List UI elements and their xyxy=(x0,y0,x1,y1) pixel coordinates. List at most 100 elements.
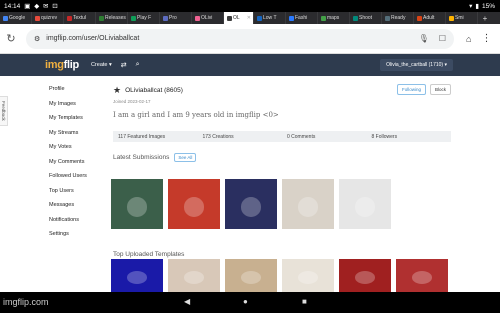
reload-icon[interactable]: ↻ xyxy=(0,32,22,45)
tab-favicon-icon xyxy=(417,15,422,21)
home-circle-icon[interactable]: ● xyxy=(243,297,248,306)
tab-favicon-icon xyxy=(289,15,294,21)
browser-tab[interactable]: OLivi xyxy=(192,12,224,24)
template-thumbnail[interactable] xyxy=(225,259,277,292)
browser-tab[interactable]: Google xyxy=(0,12,32,24)
profile-bio: I am a girl and I am 9 years old in imgf… xyxy=(113,111,279,119)
template-thumbnail[interactable] xyxy=(282,259,334,292)
browser-tab[interactable]: Pro xyxy=(160,12,192,24)
user-menu-button[interactable]: Olivia_the_cartball (1710) ▾ xyxy=(380,59,453,71)
thumbnail-shape xyxy=(126,196,148,217)
microphone-icon[interactable]: 🎙︎ xyxy=(419,34,429,43)
submission-thumbnail[interactable] xyxy=(282,179,334,229)
browser-tab[interactable]: Releases xyxy=(96,12,128,24)
status-bar: 14:14 ▣ ◆ ✉ ⊡ ▾ ▮ 15% xyxy=(0,0,500,12)
thumbnail-shape xyxy=(297,196,319,217)
browser-tab[interactable]: Low T xyxy=(254,12,286,24)
thumbnail-shape xyxy=(411,196,433,217)
browser-tab[interactable]: Smi xyxy=(446,12,478,24)
tab-favicon-icon xyxy=(321,15,326,21)
overflow-menu-icon[interactable]: ⋮ xyxy=(481,33,491,44)
url-text[interactable]: imgflip.com/user/OLiviaballcat xyxy=(46,35,139,42)
home-icon[interactable]: ⌂ xyxy=(466,34,471,44)
sidebar-item[interactable]: Top Users xyxy=(49,184,109,199)
browser-tab[interactable]: Adult xyxy=(414,12,446,24)
close-tab-icon[interactable]: ✕ xyxy=(247,15,251,21)
browser-tab[interactable]: Ready xyxy=(382,12,414,24)
browser-tab[interactable]: OL ✕ xyxy=(224,12,254,24)
site-header: imgflip Create ▾ ⇄ ⌕ Olivia_the_cartball… xyxy=(0,54,500,76)
new-tab-button[interactable]: + xyxy=(478,12,492,24)
template-thumbnail[interactable] xyxy=(168,259,220,292)
feedback-tab[interactable]: Feedback xyxy=(0,96,8,126)
profile-stats: 117 Featured Images 173 Creations 0 Comm… xyxy=(113,131,451,142)
latest-submissions-grid xyxy=(111,179,448,229)
submission-thumbnail[interactable] xyxy=(396,179,448,229)
tab-favicon-icon xyxy=(131,15,136,21)
browser-tab[interactable]: maps xyxy=(318,12,350,24)
tab-label: Adult xyxy=(423,15,435,21)
recents-icon[interactable]: ■ xyxy=(302,297,307,306)
sidebar-item[interactable]: My Images xyxy=(49,97,109,112)
submission-thumbnail[interactable] xyxy=(225,179,277,229)
bookmark-icon[interactable]: ☐ xyxy=(439,34,446,43)
sidebar-item[interactable]: My Streams xyxy=(49,126,109,141)
sidebar-item[interactable]: My Votes xyxy=(49,140,109,155)
browser-tab[interactable]: Fashi xyxy=(286,12,318,24)
page-content: Feedback Profile My Images My Templates My … xyxy=(0,76,500,292)
tab-label: Releases xyxy=(105,15,126,21)
submission-thumbnail[interactable] xyxy=(168,179,220,229)
omnibox[interactable]: ⚙ imgflip.com/user/OLiviaballcat 🎙︎ ☐ xyxy=(26,28,454,49)
template-thumbnail[interactable] xyxy=(339,259,391,292)
tab-favicon-icon xyxy=(67,15,72,21)
sidebar-item[interactable]: Followed Users xyxy=(49,169,109,184)
stat-creations[interactable]: 173 Creations xyxy=(198,134,283,140)
latest-submissions-title: Latest Submissions xyxy=(113,153,170,161)
joined-date: Joined 2023-02-17 xyxy=(113,99,151,104)
browser-tab[interactable]: quizrev xyxy=(32,12,64,24)
tab-favicon-icon xyxy=(99,15,104,21)
tab-favicon-icon xyxy=(449,15,454,21)
tab-label: Play F xyxy=(137,15,152,21)
site-info-icon[interactable]: ⚙ xyxy=(34,35,40,43)
block-button[interactable]: Block xyxy=(429,84,451,95)
thumbnail-shape xyxy=(297,270,319,284)
thumbnail-shape xyxy=(183,270,205,284)
profile-username: OLiviaballcat (8605) xyxy=(125,86,183,94)
browser-tab[interactable]: Textul xyxy=(64,12,96,24)
following-button[interactable]: Following xyxy=(396,84,426,95)
create-menu-button[interactable]: Create ▾ xyxy=(91,62,112,68)
imgflip-logo[interactable]: imgflip xyxy=(45,59,79,71)
back-icon[interactable]: ◀ xyxy=(184,297,190,306)
thumbnail-shape xyxy=(240,196,262,217)
browser-tab[interactable]: Shoot xyxy=(350,12,382,24)
submission-thumbnail[interactable] xyxy=(111,179,163,229)
sidebar-item[interactable]: Notifications xyxy=(49,213,109,228)
sidebar-item[interactable]: Profile xyxy=(49,82,109,97)
browser-tab-strip: Google quizrev Textul Releases Play F Pro OLiv… xyxy=(0,12,500,24)
shuffle-icon[interactable]: ⇄ xyxy=(121,61,127,69)
sidebar-item[interactable]: Settings xyxy=(49,227,109,242)
tab-favicon-icon xyxy=(257,15,262,21)
logo-part-img: img xyxy=(45,59,64,71)
browser-tab[interactable]: Play F xyxy=(128,12,160,24)
top-templates-grid xyxy=(111,259,448,292)
android-nav-bar: imgflip.com ◀ ● ■ xyxy=(0,292,500,313)
submission-thumbnail[interactable] xyxy=(339,179,391,229)
template-thumbnail[interactable] xyxy=(396,259,448,292)
search-icon[interactable]: ⌕ xyxy=(136,61,140,69)
template-thumbnail[interactable] xyxy=(111,259,163,292)
tab-label: Shoot xyxy=(359,15,373,21)
stat-featured-images[interactable]: 117 Featured Images xyxy=(113,134,198,140)
stat-followers[interactable]: 8 Followers xyxy=(367,134,452,140)
see-all-button[interactable]: See All xyxy=(174,152,197,162)
sidebar-item[interactable]: My Templates xyxy=(49,111,109,126)
tab-label: Ready xyxy=(391,15,406,21)
tab-label: Google xyxy=(9,15,26,21)
sidebar-item[interactable]: Messages xyxy=(49,198,109,213)
tab-favicon-icon xyxy=(163,15,168,21)
tab-label: Smi xyxy=(455,15,464,21)
imgflip-watermark: imgflip.com xyxy=(3,297,49,307)
stat-comments[interactable]: 0 Comments xyxy=(282,134,367,140)
sidebar-item[interactable]: My Comments xyxy=(49,155,109,170)
